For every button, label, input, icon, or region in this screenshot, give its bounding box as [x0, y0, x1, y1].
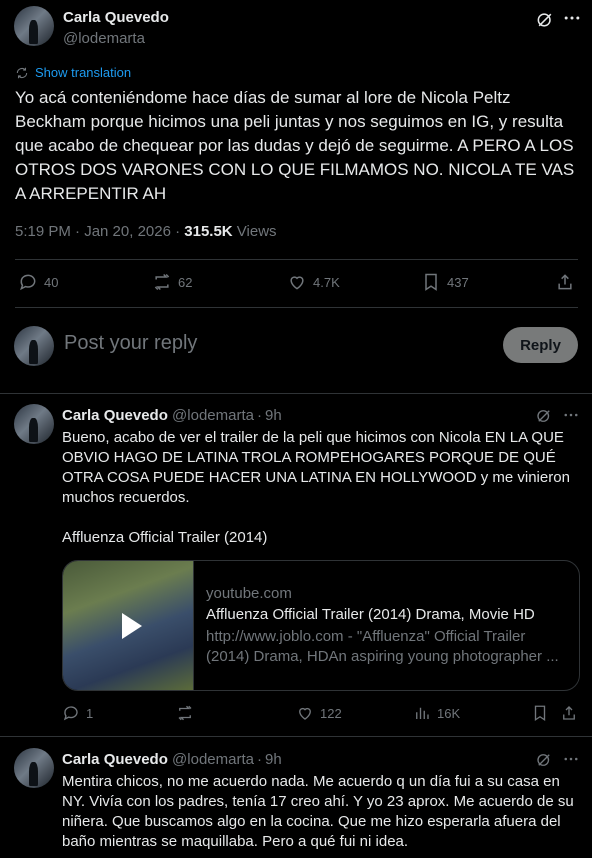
bookmark-icon — [534, 705, 546, 722]
card-body: youtube.com Affluenza Official Trailer (… — [194, 561, 579, 690]
reply-icon — [20, 274, 36, 291]
link-card[interactable]: youtube.com Affluenza Official Trailer (… — [62, 560, 580, 691]
show-translation-label: Show translation — [35, 65, 132, 80]
views-action[interactable]: 16K — [413, 704, 460, 722]
repost-action[interactable]: 62 — [152, 272, 192, 292]
avatar[interactable] — [14, 6, 54, 46]
grok-icon[interactable] — [535, 751, 553, 774]
reply-icon — [63, 706, 78, 721]
repost-count: 62 — [178, 274, 193, 290]
author-name[interactable]: Carla Quevedo — [62, 751, 168, 768]
views-label: Views — [232, 223, 277, 240]
reply-text: Bueno, acabo de ver el trailer de la pel… — [62, 429, 570, 506]
repost-icon — [154, 273, 170, 291]
bookmark-count: 437 — [447, 274, 469, 290]
reply-button[interactable]: Reply — [503, 327, 578, 363]
bookmark-action[interactable]: 437 — [421, 272, 469, 292]
tweet-text: Yo acá conteniéndome hace días de sumar … — [15, 88, 575, 203]
divider — [15, 259, 578, 260]
grok-icon[interactable] — [535, 10, 555, 35]
author-handle[interactable]: @lodemarta — [172, 407, 254, 424]
analytics-icon — [416, 707, 429, 719]
bookmark-icon — [425, 273, 437, 291]
tweet-meta: 5:19 PM · Jan 20, 2026 · 315.5K Views — [15, 223, 277, 240]
avatar[interactable] — [14, 404, 54, 444]
more-options-icon[interactable] — [562, 750, 580, 773]
share-action[interactable] — [560, 704, 578, 722]
card-domain: youtube.com — [206, 584, 292, 602]
grok-icon[interactable] — [535, 407, 553, 430]
reply-count: 40 — [44, 274, 59, 290]
like-count: 4.7K — [313, 274, 340, 290]
timestamp[interactable]: 5:19 PM · Jan 20, 2026 · — [15, 223, 184, 240]
heart-icon — [290, 276, 304, 290]
views-count: 16K — [437, 705, 461, 721]
show-translation-link[interactable]: Show translation — [15, 65, 131, 80]
reply-input[interactable]: Post your reply — [64, 332, 197, 355]
like-action[interactable]: 4.7K — [287, 272, 340, 292]
reply-actions: 1 122 16K — [62, 704, 580, 726]
share-icon — [558, 274, 572, 290]
author-name[interactable]: Carla Quevedo — [63, 9, 169, 26]
like-action[interactable]: 122 — [296, 704, 342, 722]
reply-action[interactable]: 1 — [62, 704, 93, 722]
divider — [15, 307, 578, 308]
bookmark-action[interactable] — [531, 704, 549, 722]
translate-icon — [16, 67, 28, 78]
author-name[interactable]: Carla Quevedo — [62, 407, 168, 424]
more-options-icon[interactable] — [562, 406, 580, 429]
divider — [0, 393, 592, 394]
reply-text-line: Affluenza Official Trailer (2014) — [62, 529, 268, 546]
more-options-icon[interactable] — [562, 8, 582, 33]
video-thumbnail[interactable] — [63, 561, 194, 690]
post-age[interactable]: 9h — [265, 751, 282, 768]
repost-action[interactable] — [176, 704, 200, 722]
tweet-actions: 40 62 4.7K 437 — [15, 272, 578, 296]
repost-icon — [178, 705, 192, 721]
post-age[interactable]: 9h — [265, 407, 282, 424]
avatar[interactable] — [14, 748, 54, 788]
composer-avatar — [14, 326, 54, 366]
play-icon — [122, 612, 142, 639]
heart-icon — [299, 707, 311, 720]
views-count: 315.5K — [184, 223, 233, 240]
like-count: 122 — [320, 705, 342, 721]
reply-header: Carla Quevedo @lodemarta · 9h — [62, 751, 282, 768]
reply-count: 1 — [86, 705, 94, 721]
reply-text: Mentira chicos, no me acuerdo nada. Me a… — [62, 773, 574, 850]
author-handle[interactable]: @lodemarta — [63, 30, 145, 47]
author-handle[interactable]: @lodemarta — [172, 751, 254, 768]
share-icon — [563, 706, 575, 720]
reply-action[interactable]: 40 — [18, 272, 58, 292]
share-action[interactable] — [555, 272, 575, 292]
divider — [0, 736, 592, 737]
card-title: Affluenza Official Trailer (2014) Drama,… — [206, 605, 535, 623]
card-description: http://www.joblo.com - "Affluenza" Offic… — [206, 627, 559, 665]
reply-header: Carla Quevedo @lodemarta · 9h — [62, 407, 282, 424]
